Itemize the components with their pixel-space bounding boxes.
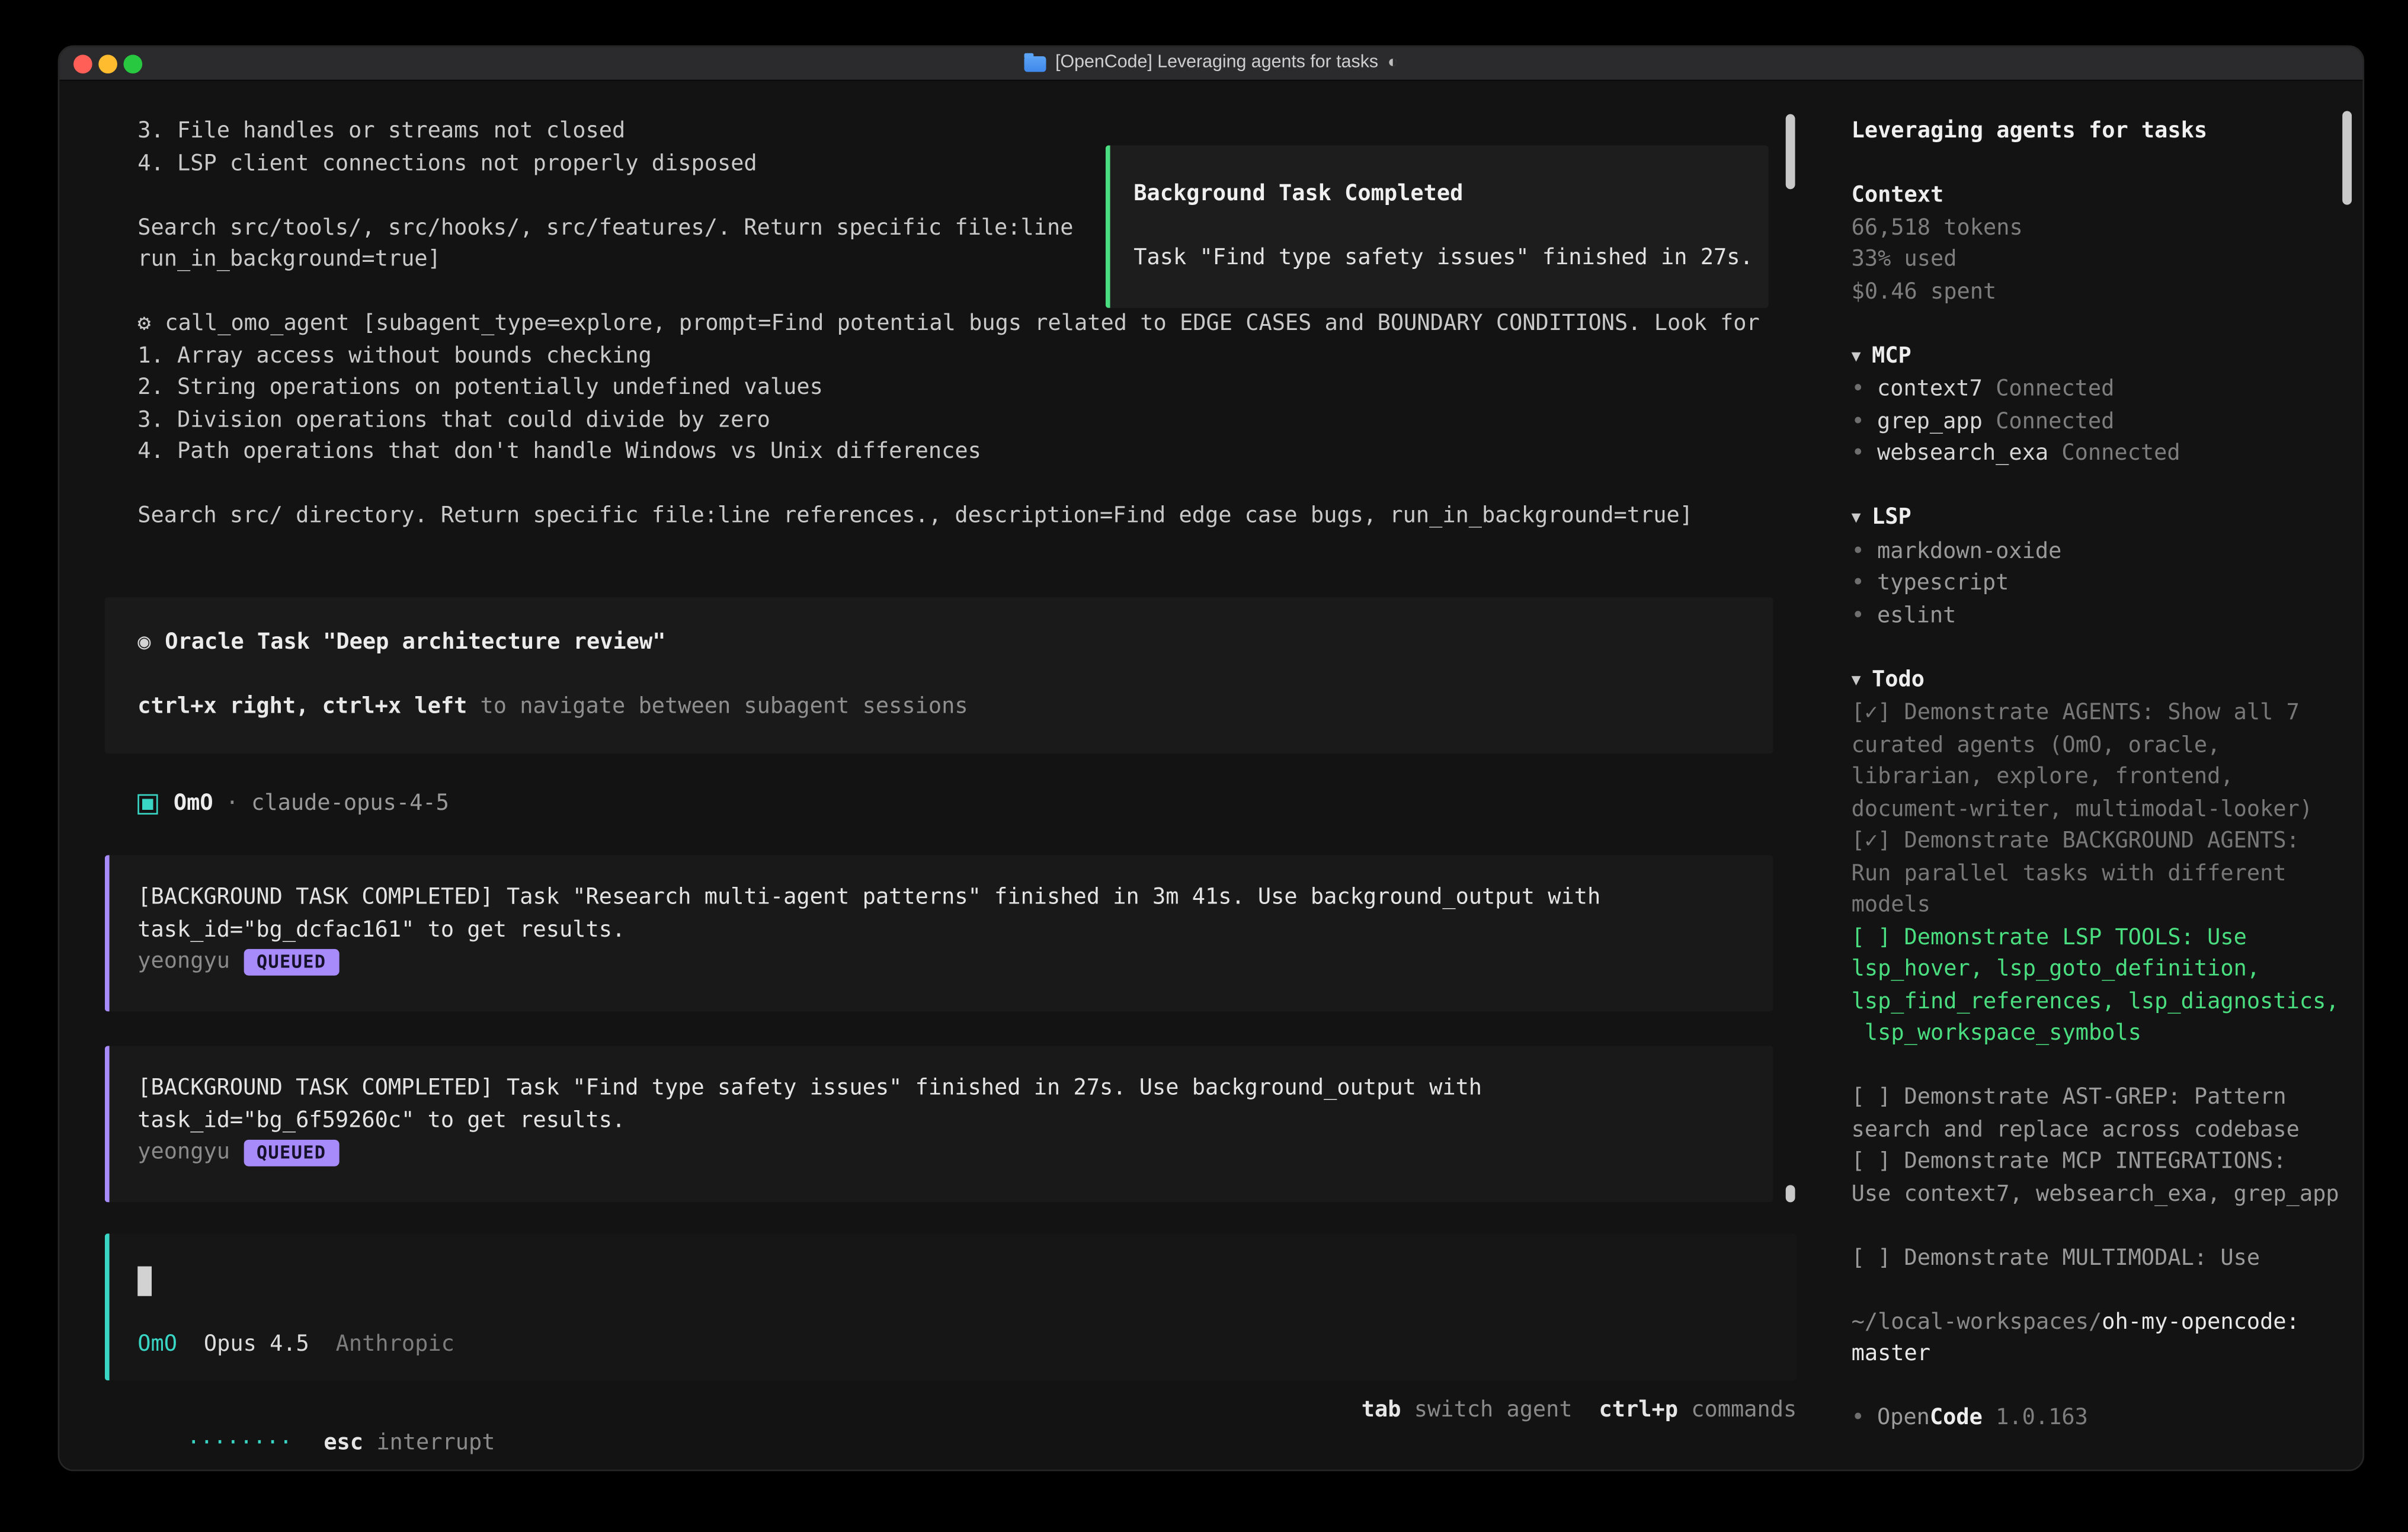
tool-call-item: 1. Array access without bounds checking — [137, 340, 1789, 372]
app-version: •OpenCode 1.0.163 — [1852, 1402, 2355, 1434]
mcp-section-header[interactable]: ▼MCP — [1852, 340, 2355, 374]
bullet-icon: • — [1852, 409, 1865, 434]
workspace-repo: oh-my-opencode: — [2102, 1309, 2300, 1334]
minimize-button[interactable] — [98, 55, 117, 73]
agent-name: OmO — [174, 788, 213, 820]
mcp-item: •grep_app Connected — [1852, 406, 2355, 438]
message-author: yeongyu — [137, 946, 230, 978]
titlebar[interactable]: [OpenCode] Leveraging agents for tasks ◐ — [59, 47, 2362, 81]
background-task-message: [BACKGROUND TASK COMPLETED] Task "Resear… — [105, 855, 1773, 1012]
oracle-hint: ctrl+x right, ctrl+x left to navigate be… — [137, 691, 1773, 723]
text-cursor — [137, 1267, 152, 1296]
bullet-icon: • — [1852, 539, 1865, 563]
mcp-item: •context7 Connected — [1852, 374, 2355, 406]
todo-item: [ ] Demonstrate MCP INTEGRATIONS: Use co… — [1852, 1146, 2355, 1210]
oracle-task-panel: ◉Oracle Task "Deep architecture review" … — [105, 597, 1773, 754]
chevron-down-icon: ▼ — [1852, 348, 1861, 365]
mcp-status — [1983, 377, 1996, 402]
close-button[interactable] — [73, 55, 92, 73]
background-task-toast: Background Task Completed Task "Find typ… — [1106, 145, 1769, 307]
terminal-line-blank — [137, 468, 1789, 500]
oracle-task-icon: ◉ — [137, 630, 150, 655]
tab-key-hint: tab — [1362, 1398, 1401, 1422]
bullet-icon: • — [1852, 571, 1865, 595]
tool-call-head: call_omo_agent [subagent_type=explore, p… — [165, 311, 1759, 336]
tool-call-item: 4. Path operations that don't handle Win… — [137, 436, 1789, 468]
queued-badge: QUEUED — [244, 1139, 339, 1166]
bullet-icon: • — [1852, 377, 1865, 402]
agent-icon — [137, 794, 158, 814]
input-footer: OmO Opus 4.5 Anthropic — [137, 1329, 454, 1361]
bullet-icon: • — [1852, 602, 1865, 627]
lsp-section-header[interactable]: ▼LSP — [1852, 502, 2355, 536]
tool-call-tail: Search src/ directory. Return specific f… — [137, 500, 1789, 532]
terminal-line: 3. File handles or streams not closed — [137, 116, 1789, 148]
message-line: [BACKGROUND TASK COMPLETED] Task "Find t… — [137, 1072, 1773, 1104]
toast-body: Task "Find type safety issues" finished … — [1133, 242, 1768, 274]
agent-header: OmO · claude-opus-4-5 — [137, 788, 449, 820]
tab-key-label: switch agent — [1401, 1398, 1573, 1422]
tool-call-item: 2. String operations on potentially unde… — [137, 372, 1789, 404]
statusbar: ········esc interrupt tab switch agentct… — [108, 1395, 1797, 1427]
statusbar-right: tab switch agent ctrl+p commands — [1362, 1395, 1797, 1427]
moon-icon: ◐ — [1388, 47, 1398, 79]
oracle-hint-text: to navigate between subagent sessions — [467, 694, 968, 719]
toast-title: Background Task Completed — [1133, 178, 1768, 210]
todo-item: [ ] Demonstrate MULTIMODAL: Use — [1852, 1242, 2355, 1274]
zoom-button[interactable] — [123, 55, 142, 73]
lsp-item: •eslint — [1852, 600, 2355, 632]
mcp-item: •websearch_exa Connected — [1852, 438, 2355, 470]
chevron-down-icon: ▼ — [1852, 671, 1861, 688]
traffic-lights — [73, 47, 142, 81]
ctrlp-key-label: commands — [1678, 1398, 1797, 1422]
context-header: Context — [1852, 180, 2355, 211]
context-tokens: 66,518 tokens — [1852, 212, 2355, 244]
ctrlp-key-hint: ctrl+p — [1599, 1398, 1678, 1422]
tool-call-line: ⚙ call_omo_agent [subagent_type=explore, … — [137, 308, 1789, 340]
folder-icon — [1024, 56, 1046, 71]
prompt-input[interactable]: OmO Opus 4.5 Anthropic — [105, 1233, 1797, 1380]
bullet-icon: • — [1852, 1405, 1865, 1430]
oracle-task-title: ◉Oracle Task "Deep architecture review" — [137, 627, 1773, 659]
input-provider-name: Anthropic — [336, 1329, 454, 1361]
esc-key-label: interrupt — [363, 1430, 495, 1454]
bullet-icon: • — [1852, 441, 1865, 466]
lsp-item: •markdown-oxide — [1852, 536, 2355, 568]
message-line: task_id="bg_6f59260c" to get results. — [137, 1104, 1773, 1136]
todo-item: [ ] Demonstrate AST-GREP: Pattern search… — [1852, 1082, 2355, 1146]
chevron-down-icon: ▼ — [1852, 509, 1861, 527]
todo-item: [✓] Demonstrate BACKGROUND AGENTS: Run p… — [1852, 825, 2355, 921]
context-used: 33% used — [1852, 244, 2355, 276]
opencode-window: [OpenCode] Leveraging agents for tasks ◐… — [58, 46, 2365, 1472]
tool-call-item: 3. Division operations that could divide… — [137, 404, 1789, 436]
workspace-path: ~/local-workspaces/oh-my-opencode: — [1852, 1306, 2355, 1338]
input-agent-name: OmO — [137, 1329, 177, 1361]
todo-item: [✓] Demonstrate AGENTS: Show all 7 curat… — [1852, 697, 2355, 825]
background-task-message: [BACKGROUND TASK COMPLETED] Task "Find t… — [105, 1046, 1773, 1202]
agent-separator: · — [226, 788, 239, 820]
titlebar-title: [OpenCode] Leveraging agents for tasks ◐ — [59, 47, 2362, 79]
todo-item-active: [ ] Demonstrate LSP TOOLS: Use lsp_hover… — [1852, 922, 2355, 1050]
oracle-hint-keys: ctrl+x right, ctrl+x left — [137, 694, 467, 719]
todo-section-header[interactable]: ▼Todo — [1852, 664, 2355, 697]
desktop: [OpenCode] Leveraging agents for tasks ◐… — [0, 0, 2408, 1532]
agent-model: claude-opus-4-5 — [251, 788, 449, 820]
gear-icon: ⚙ — [137, 311, 150, 336]
workspace-branch: master — [1852, 1338, 2355, 1370]
scrollbar-marker[interactable] — [1786, 1185, 1795, 1202]
sidebar: Leveraging agents for tasks Context 66,5… — [1852, 81, 2355, 1434]
queued-badge: QUEUED — [244, 948, 339, 975]
input-model-name: Opus 4.5 — [204, 1329, 309, 1361]
message-author: yeongyu — [137, 1137, 230, 1169]
lsp-item: •typescript — [1852, 568, 2355, 600]
esc-key-hint: esc — [324, 1430, 363, 1454]
session-title: Leveraging agents for tasks — [1852, 116, 2355, 148]
context-spent: $0.46 spent — [1852, 276, 2355, 308]
spinner-dots: ········ — [187, 1430, 293, 1454]
message-line: task_id="bg_dcfac161" to get results. — [137, 914, 1773, 946]
window-title: [OpenCode] Leveraging agents for tasks — [1055, 47, 1378, 79]
message-line: [BACKGROUND TASK COMPLETED] Task "Resear… — [137, 882, 1773, 914]
